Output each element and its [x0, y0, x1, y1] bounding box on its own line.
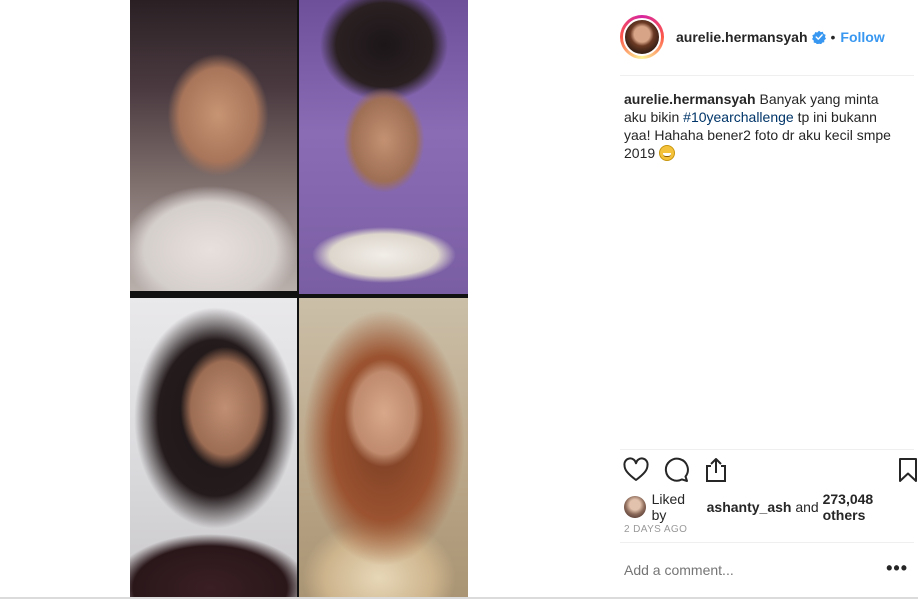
share-icon[interactable]	[702, 456, 730, 484]
hashtag-link[interactable]: #10yearchallenge	[683, 109, 794, 125]
likes-summary: Liked by ashanty_ash and 273,048 others	[624, 491, 918, 523]
liked-and: and	[795, 499, 819, 515]
comment-icon[interactable]	[662, 456, 690, 484]
comment-row: •••	[624, 556, 914, 586]
photo-toddler	[130, 0, 297, 291]
post-timestamp[interactable]: 2 DAYS AGO	[624, 524, 687, 535]
heart-icon[interactable]	[622, 456, 650, 484]
more-options-button[interactable]: •••	[886, 558, 908, 579]
follow-button[interactable]: Follow	[840, 29, 884, 45]
liker-avatar[interactable]	[624, 496, 646, 518]
divider	[620, 449, 914, 450]
post-header: aurelie.hermansyah • Follow	[620, 14, 885, 60]
avatar[interactable]	[620, 15, 664, 59]
photo-teen	[130, 298, 297, 599]
bookmark-icon[interactable]	[894, 456, 918, 484]
avatar-image	[623, 18, 661, 56]
photo-adult	[299, 298, 468, 599]
liked-prefix: Liked by	[651, 491, 686, 523]
comment-input[interactable]	[624, 562, 864, 578]
post-caption: aurelie.hermansyah Banyak yang minta aku …	[624, 90, 904, 162]
grinning-face-emoji	[659, 145, 676, 161]
action-bar	[620, 456, 917, 486]
post-panel: aurelie.hermansyah • Follow aurelie.herm…	[604, 0, 918, 599]
liked-user-link[interactable]: ashanty_ash	[707, 499, 792, 515]
caption-username[interactable]: aurelie.hermansyah	[624, 91, 756, 107]
username-link[interactable]: aurelie.hermansyah	[676, 29, 808, 45]
header-separator: •	[830, 29, 836, 45]
verified-badge-icon	[811, 30, 826, 44]
divider	[620, 75, 914, 76]
likes-count-link[interactable]: 273,048 others	[823, 491, 918, 523]
divider	[620, 542, 914, 543]
photo-child	[299, 0, 468, 294]
post-media[interactable]	[130, 0, 468, 599]
